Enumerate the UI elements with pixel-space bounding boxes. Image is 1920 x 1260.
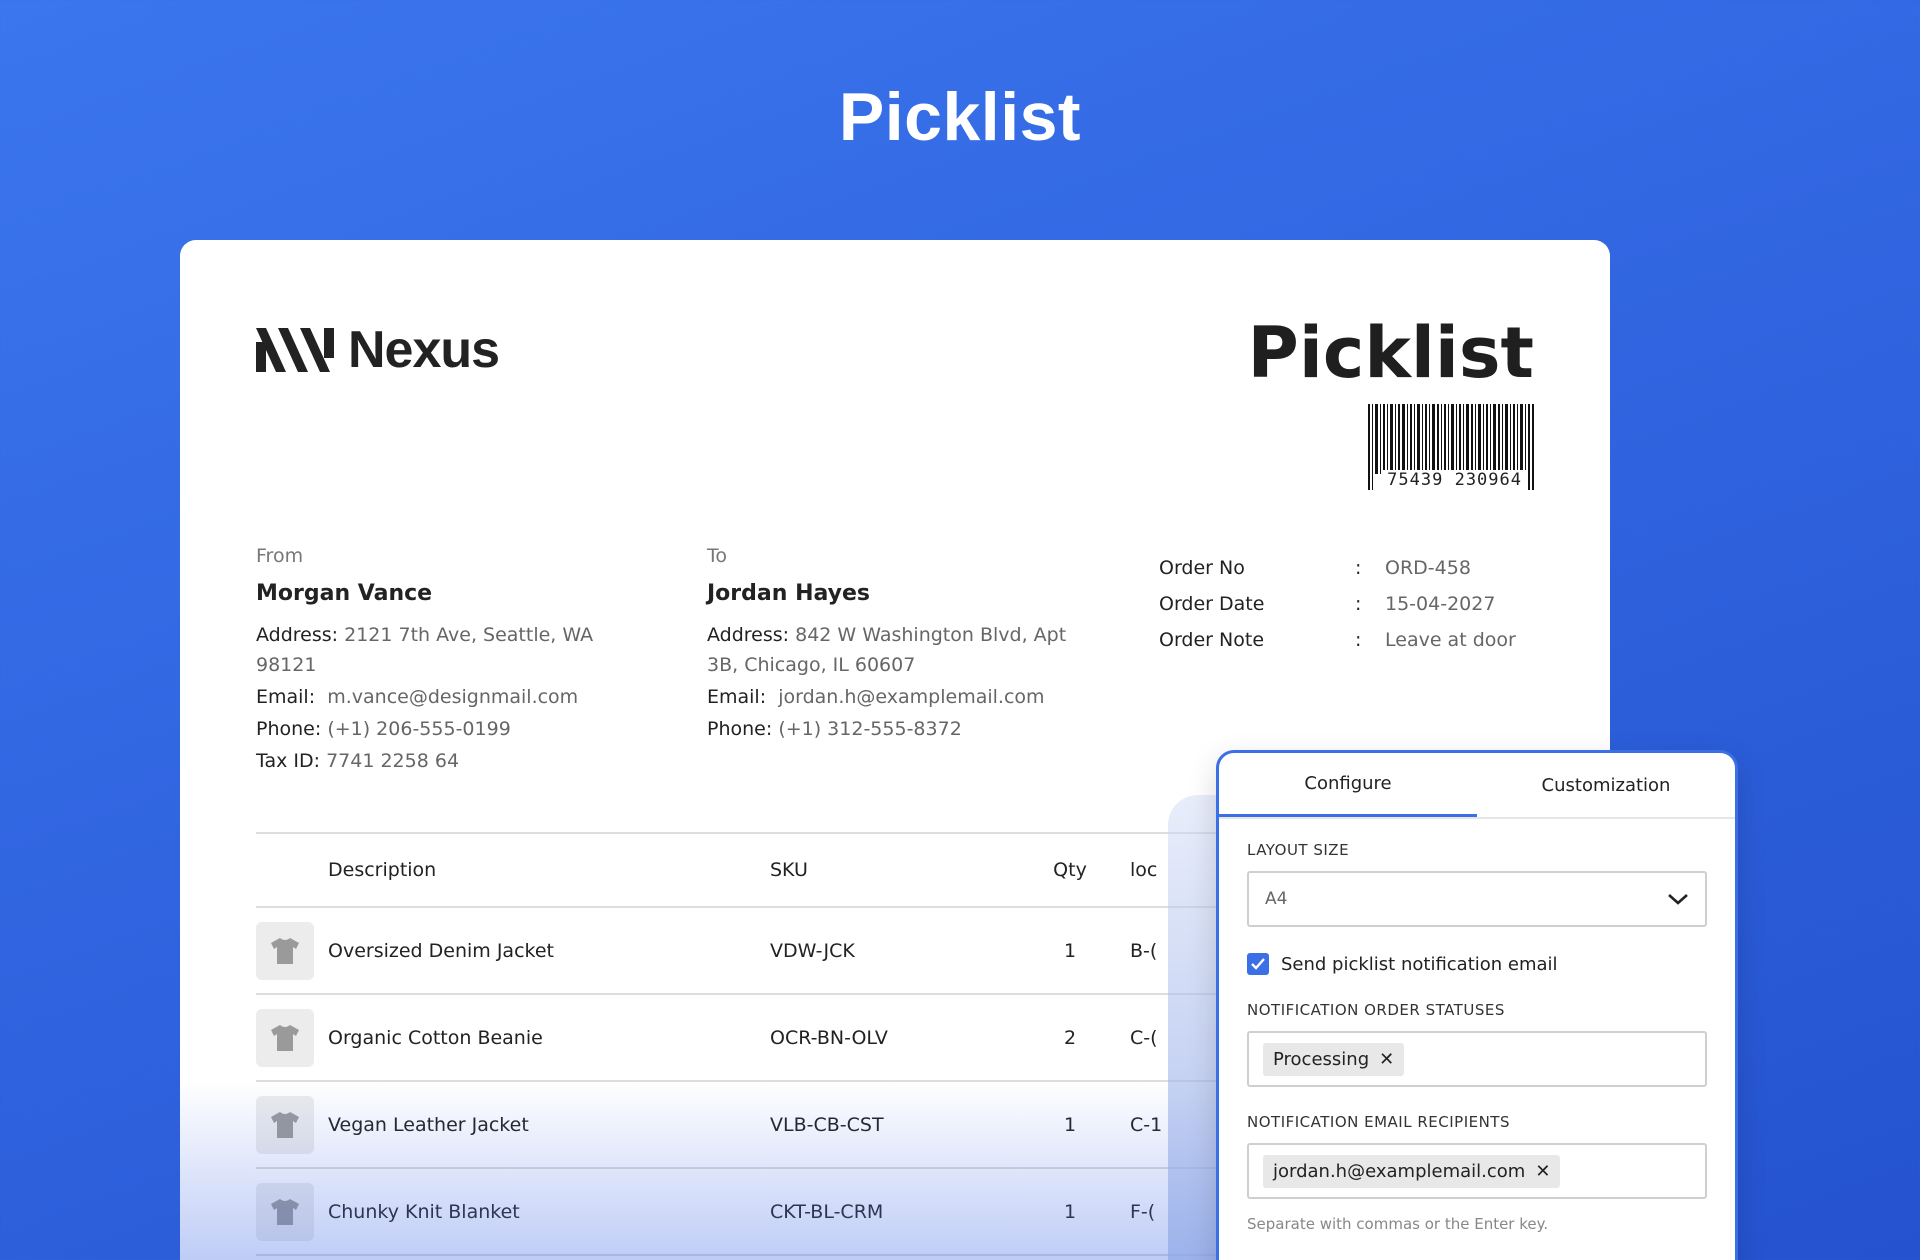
item-qty: 1 [1063,1200,1077,1223]
tshirt-icon [256,921,314,980]
item-description: Organic Cotton Beanie [328,1026,543,1049]
tshirt-icon [256,1008,314,1067]
status-tag: Processing ✕ [1263,1042,1405,1076]
from-address-key: Address: [256,624,339,646]
order-note-row: Order Note: Leave at door [1159,629,1516,651]
brand-name: Nexus [348,321,500,379]
from-label: From [256,545,304,567]
chevron-down-icon [1668,894,1688,905]
order-note-value: Leave at door [1385,629,1516,651]
remove-recipient-icon[interactable]: ✕ [1535,1161,1550,1182]
order-meta: Order No: ORD-458 Order Date:15-04-2027 O… [1159,550,1516,658]
remove-status-icon[interactable]: ✕ [1379,1049,1394,1070]
recipient-tag: jordan.h@examplemail.com ✕ [1263,1154,1561,1188]
recipients-input[interactable]: jordan.h@examplemail.com ✕ [1247,1143,1707,1199]
brand-logo: Nexus [256,320,500,380]
tab-configure[interactable]: Configure [1219,753,1477,817]
layout-size-label: LAYOUT SIZE [1247,841,1350,859]
header-qty: Qty [1053,859,1087,881]
order-note-key: Order Note [1159,629,1265,651]
item-sku: CKT-BL-CRM [770,1200,884,1223]
recipients-hint: Separate with commas or the Enter key. [1247,1215,1549,1233]
item-qty: 2 [1063,1026,1077,1049]
status-tag-label: Processing [1273,1048,1370,1070]
nexus-logo-icon [256,328,334,372]
item-description: Vegan Leather Jacket [328,1113,529,1136]
item-qty: 1 [1063,939,1077,962]
from-phone: (+1) 206-555-0199 [327,718,511,740]
tshirt-icon [256,1182,314,1241]
recipient-tag-label: jordan.h@examplemail.com [1273,1160,1526,1182]
order-no-row: Order No: ORD-458 [1159,557,1471,579]
from-email-key: Email: [256,686,316,708]
send-email-option: Send picklist notification email [1247,953,1707,975]
to-label: To [707,545,728,567]
send-email-label: Send picklist notification email [1281,953,1558,975]
tshirt-icon [256,1095,314,1154]
tab-customization[interactable]: Customization [1477,753,1735,817]
from-section: From Morgan Vance Address: 2121 7th Ave,… [256,545,636,778]
item-sku: OCR-BN-OLV [770,1026,888,1049]
statuses-label: NOTIFICATION ORDER STATUSES [1247,1001,1505,1019]
header-description: Description [328,859,437,881]
to-name: Jordan Hayes [707,581,871,606]
to-phone: (+1) 312-555-8372 [778,718,962,740]
settings-panel: Configure Customization LAYOUT SIZE A4 S… [1216,750,1738,1260]
checkmark-icon [1251,958,1265,970]
layout-size-select[interactable]: A4 [1247,871,1707,927]
order-no-value: ORD-458 [1385,557,1471,579]
to-address-key: Address: [707,624,790,646]
item-qty: 1 [1063,1113,1077,1136]
panel-tabs: Configure Customization [1219,753,1735,819]
order-date-row: Order Date:15-04-2027 [1159,593,1496,615]
send-email-checkbox[interactable] [1247,953,1269,975]
to-section: To Jordan Hayes Address: 842 W Washingto… [707,545,1087,746]
order-date-key: Order Date [1159,593,1265,615]
order-date-value: 15-04-2027 [1385,593,1496,615]
document-title: Picklist [1247,312,1534,394]
header-sku: SKU [770,859,808,881]
statuses-input[interactable]: Processing ✕ [1247,1031,1707,1087]
item-sku: VDW-JCK [770,939,855,962]
item-description: Oversized Denim Jacket [328,939,554,962]
from-tax-key: Tax ID: [256,750,321,772]
to-phone-key: Phone: [707,718,773,740]
from-name: Morgan Vance [256,581,433,606]
item-sku: VLB-CB-CST [770,1113,884,1136]
from-phone-key: Phone: [256,718,322,740]
item-description: Chunky Knit Blanket [328,1200,520,1223]
to-email: jordan.h@examplemail.com [778,686,1045,708]
recipients-label: NOTIFICATION EMAIL RECIPIENTS [1247,1113,1510,1131]
order-no-key: Order No [1159,557,1245,579]
from-email: m.vance@designmail.com [327,686,579,708]
barcode-number: 75439 230964 [1383,470,1526,490]
to-email-key: Email: [707,686,767,708]
layout-size-value: A4 [1265,889,1288,909]
from-tax-id: 7741 2258 64 [326,750,460,772]
hero-title: Picklist [838,79,1082,155]
